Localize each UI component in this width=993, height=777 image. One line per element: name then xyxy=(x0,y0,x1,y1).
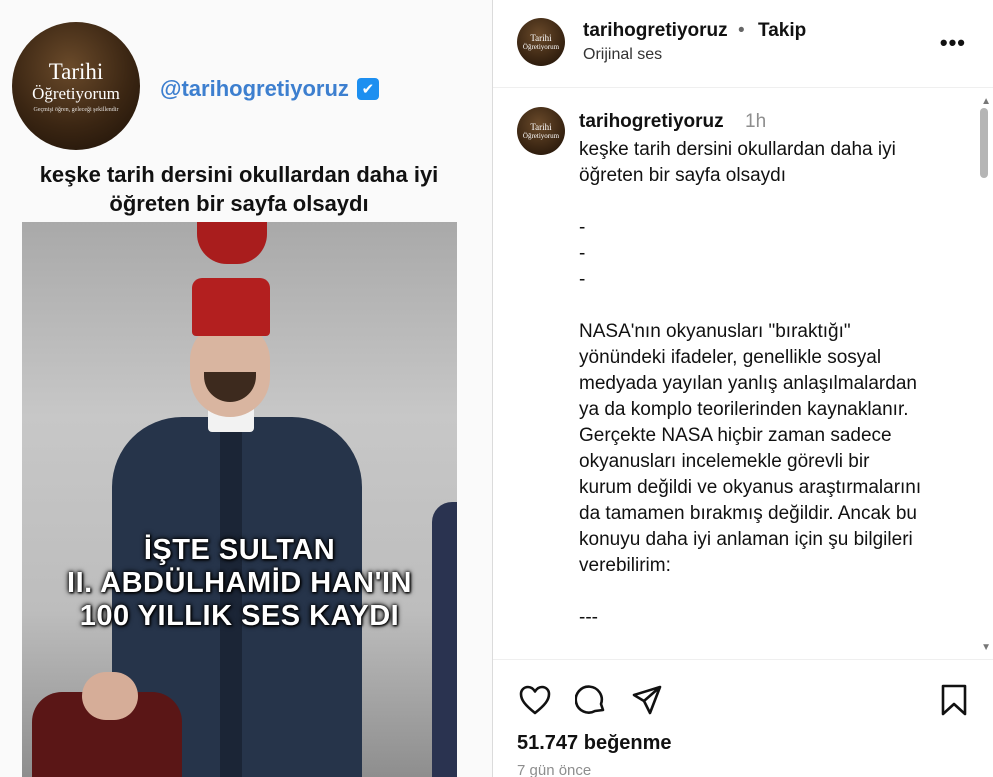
like-count[interactable]: 51.747 beğenme xyxy=(517,732,672,755)
scroll-up-arrow-icon[interactable]: ▲ xyxy=(981,96,991,107)
header-avatar-line2: Öğretiyorum xyxy=(522,42,560,51)
media-caption: keşke tarih dersini okullardan daha iyi … xyxy=(39,162,439,216)
caption-line xyxy=(579,579,964,605)
follow-button[interactable]: Takip xyxy=(758,20,806,42)
overlay-line1: İŞTE SULTAN xyxy=(143,534,336,566)
heart-icon[interactable] xyxy=(517,682,553,718)
caption-line: ya da komplo teorilerinden kaynaklanır. xyxy=(579,399,909,420)
scroll-down-arrow-icon[interactable]: ▼ xyxy=(981,642,991,653)
caption-line: --- xyxy=(579,607,598,628)
caption-line: medyada yayılan yanlış anlaşılmalardan xyxy=(579,373,917,394)
overlay-line2: II. ABDÜLHAMİD HAN'IN xyxy=(67,567,412,599)
post-side-panel: Tarihi Öğretiyorum tarihogretiyoruz • Ta… xyxy=(492,0,993,777)
comments-area[interactable]: Tarihi Öğretiyorum tarihogretiyoruz 1h k… xyxy=(493,89,993,659)
post-actions: 51.747 beğenme 7 gün önce xyxy=(493,659,993,777)
header-username[interactable]: tarihogretiyoruz xyxy=(583,20,728,42)
caption-line: Gerçekte NASA hiçbir zaman sadece xyxy=(579,425,892,446)
caption-line xyxy=(579,189,964,215)
post-caption-body: keşke tarih dersini okullardan daha iyi ö… xyxy=(579,137,964,631)
caption-line: - xyxy=(579,217,586,238)
caption-line: NASA'nın okyanusları "bıraktığı" xyxy=(579,321,851,342)
brand-logo-tagline: Geçmişi öğren, geleceği şekillendir xyxy=(33,106,119,113)
brand-logo-line2: Öğretiyorum xyxy=(32,83,120,103)
caption-line: öğreten bir sayfa olsaydı xyxy=(579,165,787,186)
comment-username[interactable]: tarihogretiyoruz xyxy=(579,111,724,133)
caption-line xyxy=(579,293,964,319)
caption-line: okyanusları incelemekle görevli bir xyxy=(579,451,870,472)
caption-line: - xyxy=(579,269,586,290)
caption-line: konuyu daha iyi anlaman için şu bilgiler… xyxy=(579,529,913,550)
post-header: Tarihi Öğretiyorum tarihogretiyoruz • Ta… xyxy=(493,0,993,88)
caption-line: keşke tarih dersini okullardan daha iyi xyxy=(579,139,896,160)
brand-logo: Tarihi Öğretiyorum Geçmişi öğren, gelece… xyxy=(12,22,140,150)
sultan-photo: İŞTE SULTAN II. ABDÜLHAMİD HAN'IN 100 YI… xyxy=(22,222,457,777)
caption-line: - xyxy=(579,243,586,264)
fez-shape xyxy=(192,278,270,336)
caption-line: kurum değildi ve okyanus araştırmalarını xyxy=(579,477,922,498)
header-avatar-line1: Tarihi xyxy=(530,32,552,43)
comment-icon[interactable] xyxy=(573,682,609,718)
header-avatar[interactable]: Tarihi Öğretiyorum xyxy=(517,18,565,66)
hand-shape xyxy=(82,672,138,720)
verified-badge-icon: ✔ xyxy=(356,78,379,100)
caption-line: da tamamen bırakmış değildir. Ancak bu xyxy=(579,503,917,524)
caption-line: verebilirim: xyxy=(579,555,671,576)
post-date[interactable]: 7 gün önce xyxy=(517,762,591,777)
reel-media[interactable]: Tarihi Öğretiyorum Geçmişi öğren, gelece… xyxy=(0,0,492,777)
header-separator: • xyxy=(738,20,745,41)
media-handle-text: @tarihogretiyoruz xyxy=(160,76,349,101)
scrollbar-thumb[interactable] xyxy=(980,108,988,178)
share-icon[interactable] xyxy=(629,682,665,718)
comment-avatar-line2: Öğretiyorum xyxy=(522,131,560,140)
bookmark-icon[interactable] xyxy=(936,682,972,718)
comment-avatar[interactable]: Tarihi Öğretiyorum xyxy=(517,107,565,155)
video-overlay-text: İŞTE SULTAN II. ABDÜLHAMİD HAN'IN 100 YI… xyxy=(22,534,457,633)
face-shape xyxy=(190,322,270,417)
media-handle: @tarihogretiyoruz ✔ xyxy=(160,76,379,102)
more-options-icon[interactable]: ••• xyxy=(940,30,966,56)
caption-line: yönündeki ifadeler, genellikle sosyal xyxy=(579,347,882,368)
fez-top-shape xyxy=(197,222,267,264)
brand-logo-line1: Tarihi xyxy=(48,58,104,84)
comment-avatar-line1: Tarihi xyxy=(530,121,552,132)
overlay-line3: 100 YILLIK SES KAYDI xyxy=(79,600,400,632)
comment-time: 1h xyxy=(745,111,767,132)
original-audio-link[interactable]: Orijinal ses xyxy=(583,46,662,64)
